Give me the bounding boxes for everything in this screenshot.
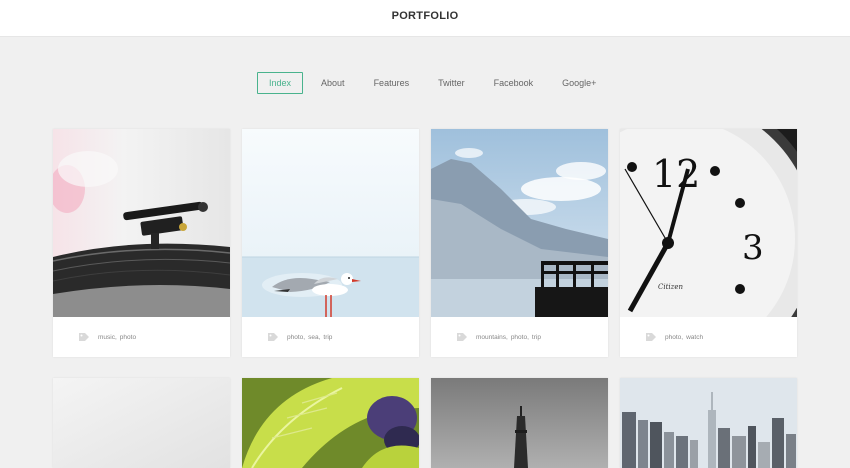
card-meta: music, photo [53, 317, 230, 357]
portfolio-card[interactable] [431, 378, 608, 468]
tag-link[interactable]: music [98, 334, 115, 341]
svg-text:Citizen: Citizen [658, 283, 683, 291]
clock-photo[interactable]: 12 3 Citizen [620, 129, 797, 317]
tag-link[interactable]: photo [665, 334, 681, 341]
seagull-photo[interactable] [242, 129, 419, 317]
mountains-pier-photo[interactable] [431, 129, 608, 317]
nav-facebook[interactable]: Facebook [483, 72, 545, 94]
nav-features[interactable]: Features [363, 72, 421, 94]
tag-list: photo, sea, trip [287, 333, 333, 341]
portfolio-card[interactable] [620, 378, 797, 468]
nav-twitter[interactable]: Twitter [427, 72, 476, 94]
tag-icon [457, 333, 467, 341]
svg-text:3: 3 [742, 228, 764, 268]
tag-icon [79, 333, 89, 341]
portfolio-card[interactable] [53, 378, 230, 468]
tag-list: photo, watch [665, 333, 704, 341]
portfolio-card[interactable]: music, photo [53, 129, 230, 357]
leaf-photo[interactable] [242, 378, 419, 468]
blank-photo[interactable] [53, 378, 230, 468]
portfolio-card[interactable]: 12 3 Citizen photo, watch [620, 129, 797, 357]
tag-list: mountains, photo, trip [476, 333, 541, 341]
tag-link[interactable]: photo [287, 334, 303, 341]
portfolio-card[interactable]: photo, sea, trip [242, 129, 419, 357]
turntable-photo[interactable] [53, 129, 230, 317]
portfolio-card[interactable] [242, 378, 419, 468]
tag-list: music, photo [98, 333, 137, 341]
tag-link[interactable]: sea [308, 334, 318, 341]
tag-link[interactable]: mountains [476, 334, 506, 341]
tag-link[interactable]: trip [532, 334, 541, 341]
tag-icon [646, 333, 656, 341]
tag-link[interactable]: photo [120, 334, 136, 341]
portfolio-card[interactable]: mountains, photo, trip [431, 129, 608, 357]
city-skyline-photo[interactable] [620, 378, 797, 468]
main-nav: Index About Features Twitter Facebook Go… [257, 72, 614, 94]
svg-text:12: 12 [652, 152, 700, 196]
nav-index[interactable]: Index [257, 72, 304, 94]
card-meta: photo, watch [620, 317, 797, 357]
tag-link[interactable]: trip [323, 334, 332, 341]
nav-about[interactable]: About [310, 72, 356, 94]
tag-link[interactable]: photo [511, 334, 527, 341]
site-title: PORTFOLIO [391, 10, 459, 22]
top-bar: PORTFOLIO [0, 0, 850, 37]
tag-icon [268, 333, 278, 341]
tag-link[interactable]: watch [686, 334, 703, 341]
nav-google-plus[interactable]: Google+ [551, 72, 607, 94]
card-meta: photo, sea, trip [242, 317, 419, 357]
eiffel-tower-photo[interactable] [431, 378, 608, 468]
card-meta: mountains, photo, trip [431, 317, 608, 357]
